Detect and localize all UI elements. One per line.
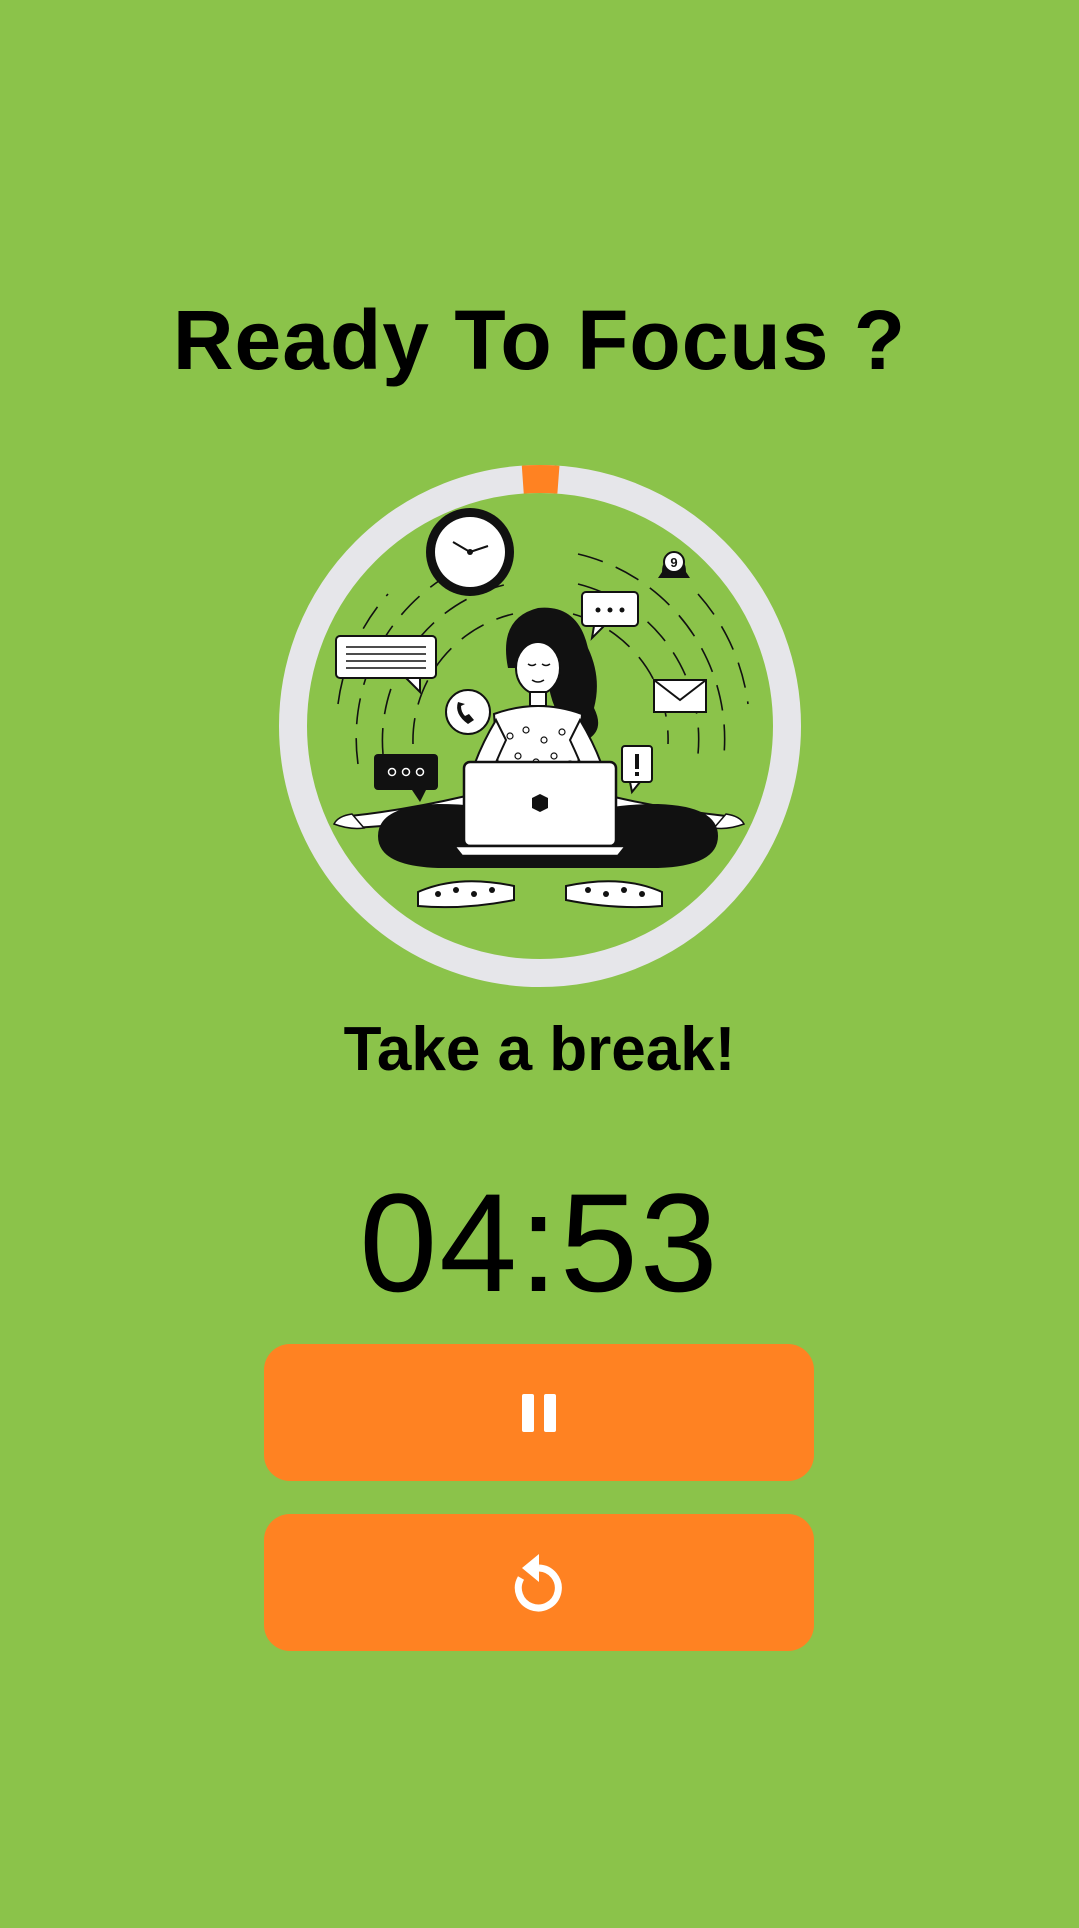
- alert-bubble-icon: [621, 745, 653, 795]
- svg-text:9: 9: [670, 555, 677, 570]
- phone-icon: [445, 689, 491, 735]
- pause-icon: [522, 1393, 556, 1432]
- pause-button[interactable]: [264, 1344, 814, 1481]
- restart-button[interactable]: [264, 1514, 814, 1651]
- envelope-icon: [653, 679, 707, 713]
- bell-notification-icon: 9: [658, 551, 690, 578]
- meditating-woman-illustration: 9: [332, 508, 749, 909]
- progress-ring: 9: [278, 464, 802, 988]
- message-bubble-icon: [335, 635, 437, 695]
- restart-icon: [514, 1553, 562, 1611]
- status-message: Take a break!: [343, 1015, 736, 1084]
- page-title: Ready To Focus ?: [172, 293, 907, 387]
- laptop-icon: [451, 760, 629, 858]
- focus-timer-screen: Ready To Focus ? 9 Take a break! 04:53: [0, 0, 1079, 1928]
- clock-icon: [426, 508, 514, 596]
- dark-chat-bubble-icon: [374, 754, 438, 802]
- countdown-timer: 04:53: [359, 1164, 720, 1321]
